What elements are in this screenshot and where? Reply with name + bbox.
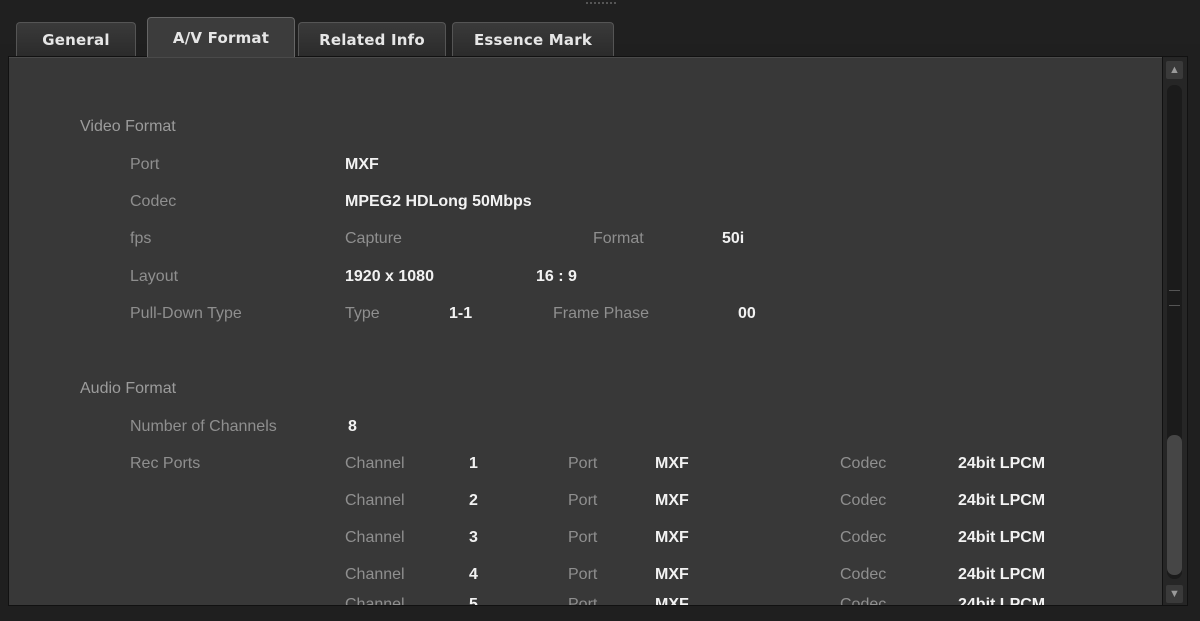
channel-label: Channel [345,596,405,605]
codec-label: Codec [840,596,887,605]
tab-av-format[interactable]: A/V Format [147,17,295,57]
channel-row-clipped: Channel 5 Port MXF Codec 24bit LPCM [0,0,1200,605]
port-label: Port [568,596,598,605]
port-value: MXF [655,596,689,605]
channel-number: 5 [469,596,478,605]
codec-value: 24bit LPCM [958,596,1046,605]
